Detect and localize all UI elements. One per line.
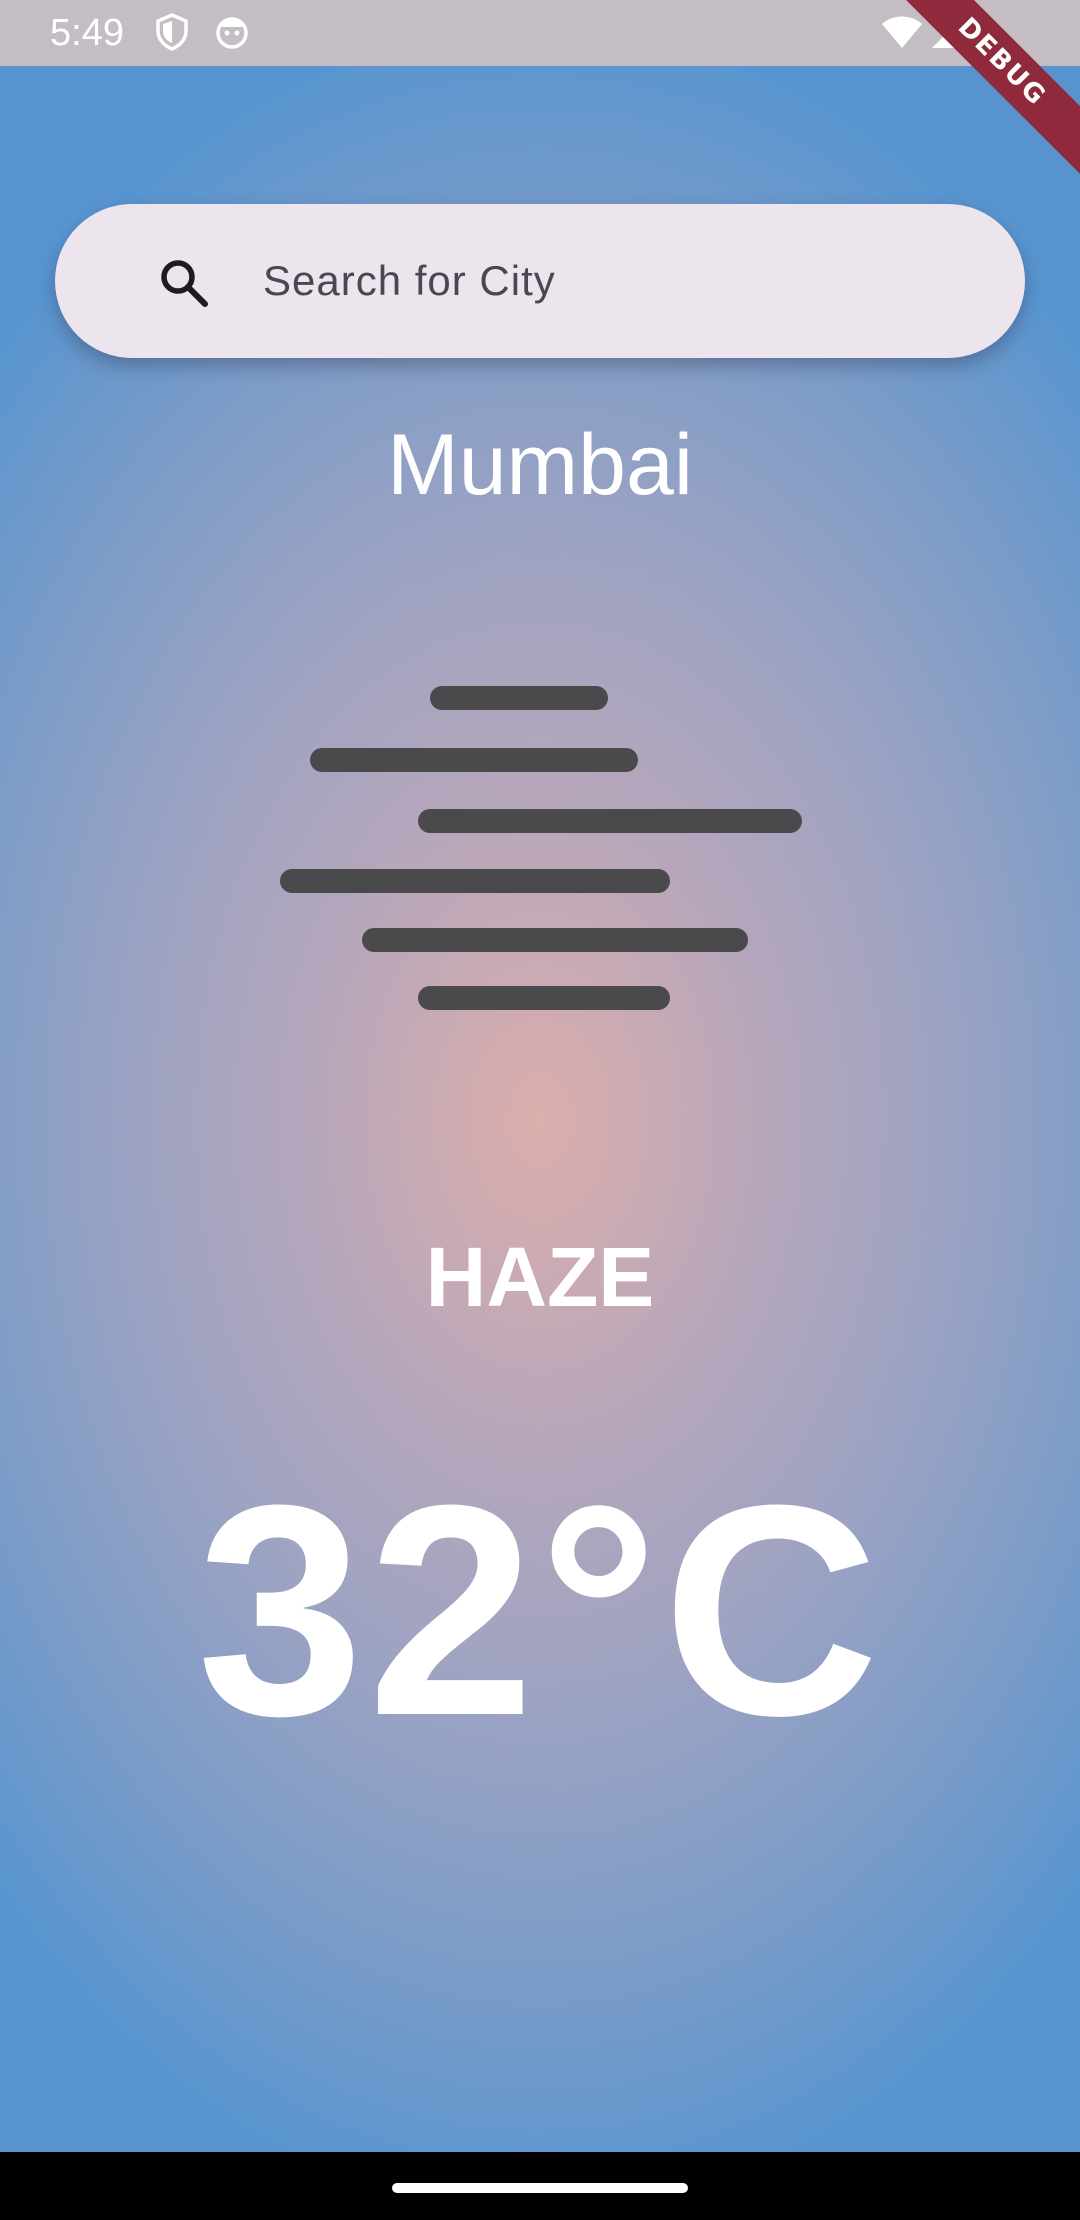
haze-icon xyxy=(270,670,820,1020)
search-icon[interactable] xyxy=(155,254,213,312)
weather-condition: HAZE xyxy=(425,1230,655,1324)
navigation-bar xyxy=(0,2152,1080,2220)
shield-icon xyxy=(152,12,192,52)
wifi-icon xyxy=(880,12,924,52)
search-bar[interactable] xyxy=(55,204,1025,358)
android-face-icon xyxy=(212,12,252,52)
home-handle[interactable] xyxy=(392,2183,688,2193)
search-input[interactable] xyxy=(263,240,983,322)
temperature: 32°C xyxy=(196,1442,884,1778)
city-name: Mumbai xyxy=(387,417,693,513)
status-time: 5:49 xyxy=(50,12,124,54)
